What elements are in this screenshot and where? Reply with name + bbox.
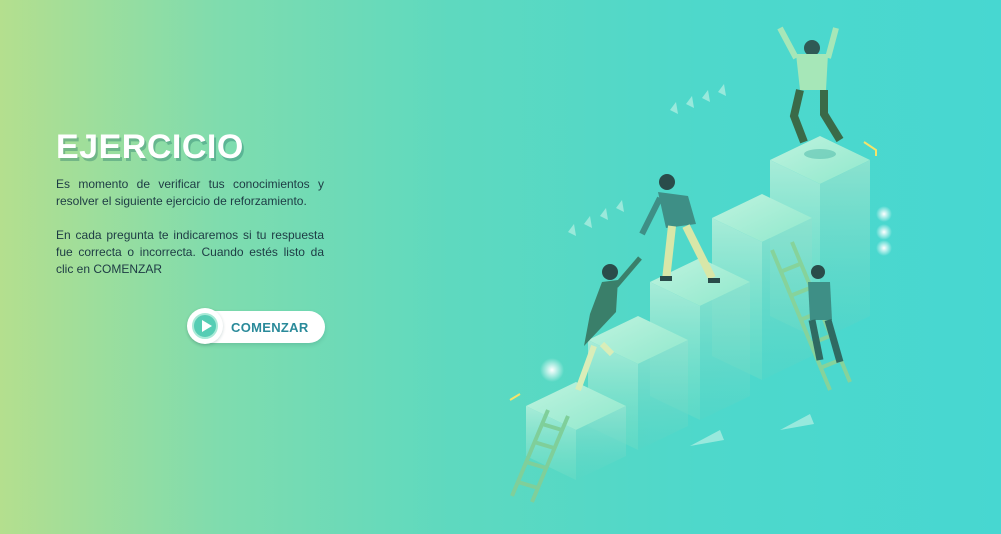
person-helping: [639, 174, 720, 283]
intro-paragraph-2: En cada pregunta te indicaremos si tu re…: [56, 228, 324, 276]
start-button-label: COMENZAR: [231, 320, 309, 335]
intro-paragraph-1: Es momento de verificar tus conocimiento…: [56, 177, 324, 208]
person-jumping: [777, 26, 844, 159]
play-icon: [187, 308, 223, 344]
start-button[interactable]: COMENZAR: [187, 308, 325, 344]
page-title: EJERCICIO: [56, 128, 244, 166]
teamwork-illustration: [509, 26, 892, 503]
intro-panel: EJERCICIO Es momento de verificar tus co…: [56, 128, 324, 278]
